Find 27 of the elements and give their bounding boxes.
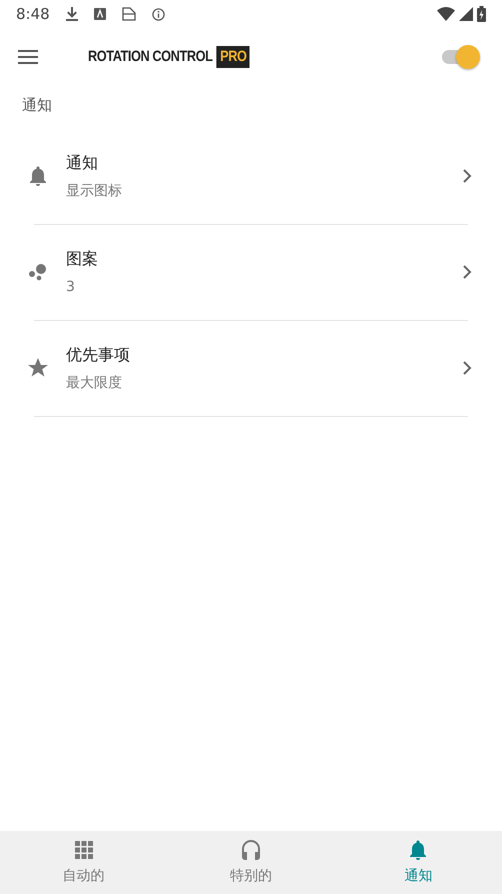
chevron-icon — [462, 168, 472, 184]
download-icon — [66, 7, 78, 21]
item-subtitle: 显示图标 — [66, 182, 123, 200]
nav-tab[interactable]: 通知 — [334, 831, 502, 894]
document-icon — [122, 7, 136, 21]
nav-tab[interactable]: 自动的 — [0, 831, 168, 894]
app-icon — [94, 8, 106, 20]
battery-icon — [477, 6, 486, 22]
status-time: 8:48 — [16, 4, 50, 25]
wifi-icon — [437, 7, 455, 21]
settings-item[interactable]: 图案 3 — [0, 224, 502, 320]
signal-icon — [459, 7, 473, 21]
chevron-icon — [462, 360, 472, 376]
item-title: 优先事项 — [66, 344, 131, 366]
section-title: 通知 — [21, 95, 53, 116]
chevron-icon — [462, 264, 472, 280]
item-title: 通知 — [66, 152, 99, 174]
settings-item[interactable]: 通知 显示图标 — [0, 128, 502, 224]
item-subtitle: 最大限度 — [66, 374, 123, 392]
info-icon — [152, 8, 165, 20]
logo-badge: PRO — [216, 46, 250, 68]
toggle-switch[interactable] — [440, 43, 482, 71]
nav-tab[interactable]: 特别的 — [167, 831, 335, 894]
settings-item[interactable]: 优先事项 最大限度 — [0, 320, 502, 416]
item-title: 图案 — [66, 248, 99, 270]
logo-text: ROTATION CONTROL — [88, 46, 212, 67]
item-subtitle: 3 — [66, 278, 76, 296]
